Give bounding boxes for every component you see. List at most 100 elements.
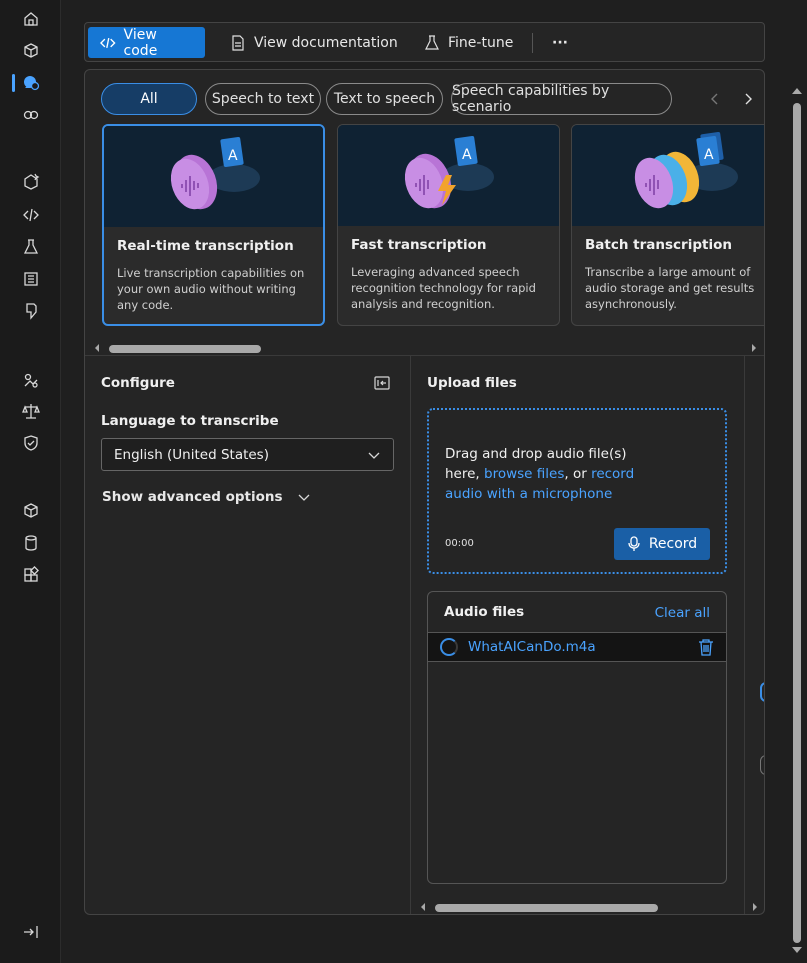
- chat-icon[interactable]: [20, 72, 42, 94]
- flask-icon: [425, 34, 439, 50]
- content-scrollbar-thumb[interactable]: [435, 904, 658, 912]
- scroll-left-arrow[interactable]: [93, 342, 101, 354]
- audio-files-title: Audio files: [444, 604, 525, 620]
- filter-pill-all[interactable]: All: [101, 83, 197, 115]
- language-select[interactable]: English (United States): [101, 438, 394, 471]
- clipped-toggle[interactable]: [760, 755, 764, 775]
- upload-files-title: Upload files: [427, 375, 517, 391]
- filter-pill-label: Speech to text: [211, 91, 315, 107]
- rail-selection-indicator: [12, 74, 15, 92]
- sign-out-icon[interactable]: [20, 921, 42, 943]
- card-hero-image: A: [338, 125, 559, 226]
- content-scrollbar[interactable]: [419, 901, 759, 913]
- speech-illustration-icon: A: [170, 137, 260, 210]
- svg-text:A: A: [228, 148, 238, 164]
- card-hero-image: A: [572, 125, 764, 226]
- chevron-down-icon: [368, 452, 380, 459]
- code-icon[interactable]: [20, 204, 42, 226]
- audio-file-name[interactable]: WhatAICanDo.m4a: [468, 639, 596, 655]
- svg-text:A: A: [462, 147, 472, 163]
- shield-icon[interactable]: [20, 432, 42, 454]
- column-divider: [410, 356, 411, 914]
- show-advanced-options-label: Show advanced options: [102, 489, 283, 505]
- chevron-right-icon: [745, 93, 752, 105]
- prompt-icon[interactable]: [20, 300, 42, 322]
- view-code-button[interactable]: View code: [88, 26, 205, 59]
- language-select-value: English (United States): [114, 446, 269, 463]
- scroll-right-arrow[interactable]: [751, 901, 759, 913]
- fine-tune-button[interactable]: Fine-tune: [412, 27, 525, 58]
- fine-tune-label: Fine-tune: [448, 34, 514, 51]
- carousel-scrollbar[interactable]: [93, 342, 758, 354]
- page-scrollbar-thumb[interactable]: [793, 103, 801, 943]
- recording-timer: 00:00: [445, 538, 474, 549]
- more-options-button[interactable]: ···: [540, 27, 580, 58]
- toolbar-divider: [532, 33, 533, 53]
- toolbar: View code View documentation Fine-tune ·…: [84, 22, 765, 62]
- record-button-label: Record: [648, 536, 698, 552]
- filter-pill-label: All: [140, 91, 158, 107]
- view-documentation-label: View documentation: [254, 34, 398, 51]
- speech-illustration-icon: A: [634, 132, 738, 209]
- scroll-up-arrow[interactable]: [792, 88, 802, 94]
- card-description: Transcribe a large amount of audio stora…: [585, 264, 764, 312]
- models-icon[interactable]: [20, 40, 42, 62]
- carousel-prev-button[interactable]: [704, 88, 726, 110]
- scroll-left-arrow[interactable]: [419, 901, 427, 913]
- card-description: Live transcription capabilities on your …: [117, 266, 305, 312]
- card-batch-transcription[interactable]: A Batch transcription Transcribe a large…: [571, 124, 764, 326]
- show-advanced-options-toggle[interactable]: Show advanced options: [102, 489, 311, 505]
- box-icon[interactable]: [20, 500, 42, 522]
- browse-files-link[interactable]: browse files: [484, 466, 564, 482]
- list-item[interactable]: WhatAICanDo.m4a: [428, 632, 726, 662]
- configure-title: Configure: [101, 375, 175, 391]
- filter-pill-text-to-speech[interactable]: Text to speech: [326, 83, 443, 115]
- svg-text:A: A: [704, 147, 714, 163]
- apps-icon[interactable]: [20, 564, 42, 586]
- view-documentation-button[interactable]: View documentation: [218, 27, 410, 58]
- carousel-scrollbar-thumb[interactable]: [109, 345, 261, 353]
- audio-dropzone[interactable]: Drag and drop audio file(s) here, browse…: [427, 408, 727, 574]
- card-title: Fast transcription: [351, 237, 487, 253]
- delete-file-button[interactable]: [698, 638, 714, 660]
- scroll-right-arrow[interactable]: [750, 342, 758, 354]
- audio-files-list: Audio files Clear all WhatAICanDo.m4a: [427, 591, 727, 884]
- flask-icon[interactable]: [20, 236, 42, 258]
- code-icon: [100, 37, 116, 48]
- tune-icon[interactable]: [20, 370, 42, 392]
- collapse-panel-button[interactable]: [374, 375, 390, 394]
- clear-all-button[interactable]: Clear all: [655, 605, 710, 621]
- filter-pill-speech-to-text[interactable]: Speech to text: [205, 83, 321, 115]
- language-label: Language to transcribe: [101, 413, 279, 429]
- database-icon[interactable]: [20, 532, 42, 554]
- column-divider: [744, 356, 745, 914]
- chevron-down-icon: [298, 494, 310, 501]
- filter-pill-by-scenario[interactable]: Speech capabilities by scenario: [451, 83, 672, 115]
- card-description: Leveraging advanced speech recognition t…: [351, 265, 536, 311]
- dropzone-text: Drag and drop audio file(s) here, browse…: [445, 444, 645, 504]
- scroll-down-arrow[interactable]: [792, 947, 802, 953]
- ai-services-icon[interactable]: [20, 171, 42, 193]
- view-code-label: View code: [123, 26, 158, 59]
- speech-illustration-icon: A: [404, 136, 494, 209]
- card-fast-transcription[interactable]: A Fast transcription Leveraging advanced…: [337, 124, 560, 326]
- card-real-time-transcription[interactable]: A Real-time transcription Live transcrip…: [102, 124, 325, 326]
- filter-pill-label: Text to speech: [333, 91, 436, 107]
- record-button[interactable]: Record: [614, 528, 710, 560]
- section-divider: [85, 355, 764, 356]
- clipped-toggle[interactable]: [760, 682, 764, 702]
- carousel-next-button[interactable]: [737, 88, 759, 110]
- card-title: Real-time transcription: [117, 238, 294, 254]
- microphone-icon: [628, 536, 640, 551]
- card-title: Batch transcription: [585, 237, 732, 253]
- compare-icon[interactable]: [20, 104, 42, 126]
- trash-icon: [699, 639, 713, 656]
- data-icon[interactable]: [20, 268, 42, 290]
- collapse-panel-icon: [374, 376, 390, 390]
- home-icon[interactable]: [20, 8, 42, 30]
- chevron-left-icon: [711, 93, 718, 105]
- more-icon: ···: [552, 34, 568, 51]
- filter-pill-label: Speech capabilities by scenario: [452, 83, 610, 115]
- scale-icon[interactable]: [20, 400, 42, 422]
- left-nav-rail: [0, 0, 61, 963]
